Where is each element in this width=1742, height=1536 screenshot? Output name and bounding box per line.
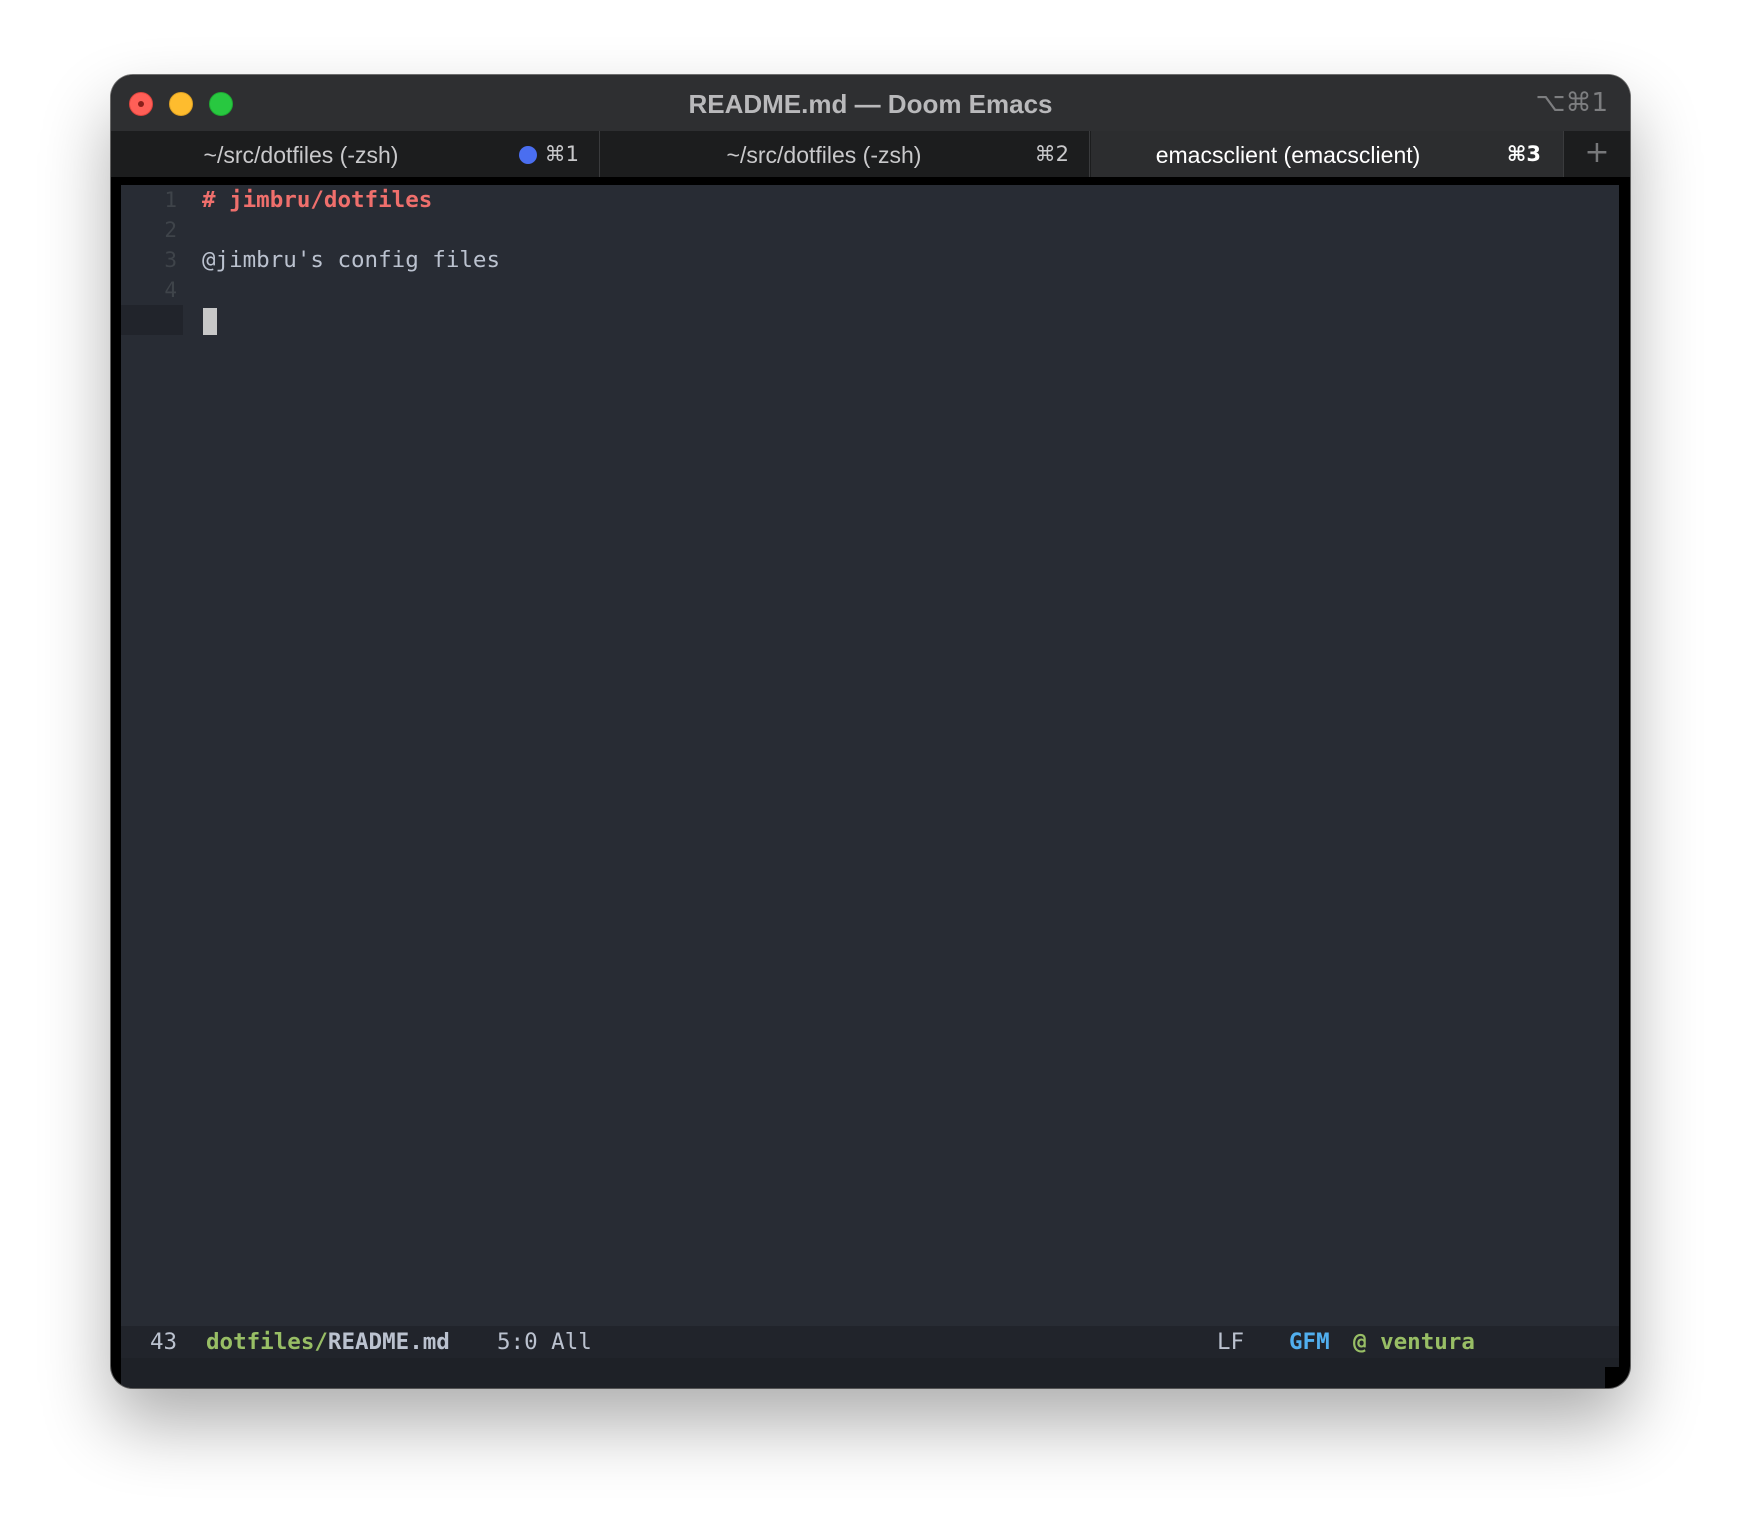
editor-buffer[interactable]: 1 # jimbru/dotfiles 2 3 @jimbru's config… <box>121 185 1619 1388</box>
editor-line: 3 @jimbru's config files <box>121 245 1619 275</box>
line-text: # jimbru/dotfiles <box>202 187 433 213</box>
tab-bar: ~/src/dotfiles (-zsh) ⌘1 ~/src/dotfiles … <box>111 131 1630 177</box>
line-number: 3 <box>164 248 177 272</box>
modeline-position: 5:0 All <box>497 1329 592 1355</box>
modeline-file: README.md <box>327 1329 450 1355</box>
modeline-count: 43 <box>150 1329 178 1355</box>
tab-2-label: ~/src/dotfiles (-zsh) <box>726 142 922 168</box>
mode-line: 43 dotfiles/README.md 5:0 All LF GFM @ v… <box>121 1326 1619 1358</box>
modeline-dir: dotfiles/ <box>206 1329 328 1355</box>
editor-line: 1 # jimbru/dotfiles <box>121 185 1619 215</box>
line-number: 4 <box>164 278 177 302</box>
current-line-highlight <box>121 305 1619 335</box>
window-title: README.md — Doom Emacs <box>688 89 1053 119</box>
modeline-host: @ ventura <box>1353 1329 1475 1355</box>
tab-1-shortcut: ⌘1 <box>544 142 579 166</box>
window-shortcut: ⌥⌘1 <box>1535 88 1608 118</box>
title-bar[interactable]: README.md — Doom Emacs ⌥⌘1 <box>111 75 1630 131</box>
tab-3-label: emacsclient (emacsclient) <box>1155 142 1421 168</box>
tab-2[interactable]: ~/src/dotfiles (-zsh) ⌘2 <box>601 131 1090 177</box>
editor-line: 4 <box>121 275 1619 305</box>
line-text: @jimbru's config files <box>202 247 501 273</box>
terminal-window: README.md — Doom Emacs ⌥⌘1 ~/src/dotfile… <box>111 75 1630 1388</box>
modeline-buffer-name: dotfiles/README.md <box>206 1329 450 1355</box>
modeline-eol[interactable]: LF <box>1217 1329 1244 1355</box>
tab-1[interactable]: ~/src/dotfiles (-zsh) ⌘1 <box>111 131 600 177</box>
resize-corner <box>1605 1367 1619 1388</box>
text-cursor <box>203 308 217 335</box>
tab-1-label: ~/src/dotfiles (-zsh) <box>203 142 399 168</box>
activity-indicator-icon <box>519 146 537 164</box>
tab-3-active[interactable]: emacsclient (emacsclient) ⌘3 <box>1091 131 1563 177</box>
new-tab-button[interactable]: + <box>1563 131 1630 177</box>
modeline-major-mode[interactable]: GFM <box>1289 1329 1330 1355</box>
tab-3-shortcut: ⌘3 <box>1506 142 1541 166</box>
line-number: 1 <box>164 188 177 212</box>
minibuffer[interactable] <box>121 1358 1619 1388</box>
line-number: 2 <box>164 218 177 242</box>
editor-line: 2 <box>121 215 1619 245</box>
